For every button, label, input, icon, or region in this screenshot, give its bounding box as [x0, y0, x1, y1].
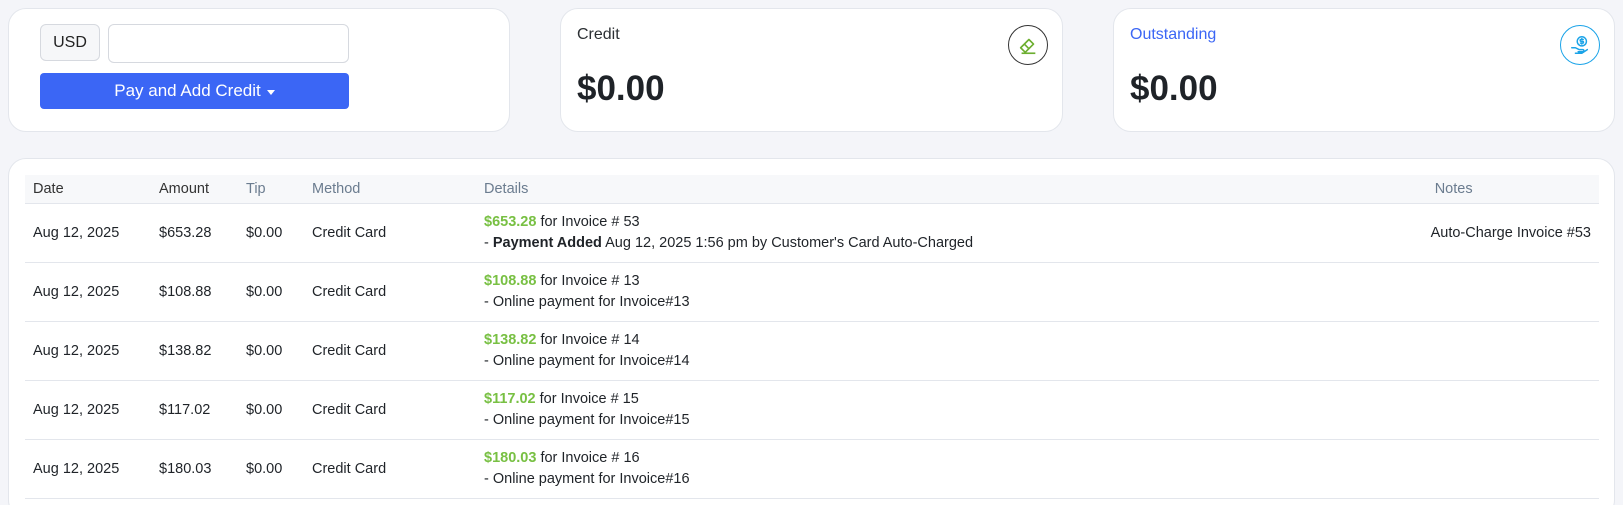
header-notes[interactable]: Notes: [1308, 175, 1599, 204]
cell-details: $180.03 for Invoice # 16 - Online paymen…: [476, 439, 1309, 499]
credit-label: Credit: [577, 26, 620, 43]
payment-card: USD Pay and Add Credit: [8, 8, 510, 132]
cell-date: Aug 12, 2025: [25, 262, 151, 322]
cell-amount: $108.88: [151, 262, 238, 322]
pay-button-label: Pay and Add Credit: [114, 81, 261, 100]
outstanding-value: $0.00: [1130, 69, 1218, 108]
cell-details: $653.28 for Invoice # 53 - Payment Added…: [476, 203, 1309, 263]
detail-rest: - Online payment for Invoice#16: [484, 470, 690, 487]
cell-tip: $0.00: [238, 380, 304, 440]
cell-details: $117.02 for Invoice # 15 - Online paymen…: [476, 380, 1309, 440]
header-method[interactable]: Method: [304, 175, 476, 204]
cell-method: Credit Card: [304, 203, 476, 263]
cell-tip: $0.00: [238, 439, 304, 499]
detail-amount: $180.03: [484, 449, 537, 466]
header-details[interactable]: Details: [476, 175, 1309, 204]
cell-notes: [1308, 439, 1599, 499]
credit-card: Credit $0.00: [560, 8, 1063, 132]
cell-tip: $0.00: [238, 321, 304, 381]
table-header-row: Date Amount Tip Method Details Notes: [25, 175, 1599, 204]
cell-amount: $138.82: [151, 321, 238, 381]
detail-amount: $653.28: [484, 213, 537, 230]
detail-bold: Payment Added: [492, 234, 602, 251]
header-tip[interactable]: Tip: [238, 175, 304, 204]
cell-method: Credit Card: [304, 439, 476, 499]
cell-details: $138.82 for Invoice # 14 - Online paymen…: [476, 321, 1309, 381]
cell-method: Credit Card: [304, 321, 476, 381]
payment-amount-input[interactable]: [108, 24, 349, 63]
eraser-icon: [1008, 25, 1048, 65]
header-amount[interactable]: Amount: [151, 175, 238, 204]
payments-table: Date Amount Tip Method Details Notes Aug…: [25, 175, 1599, 499]
detail-invoice: for Invoice # 16: [536, 449, 640, 466]
cell-tip: $0.00: [238, 262, 304, 322]
currency-select[interactable]: USD: [40, 24, 100, 61]
cell-details: $108.88 for Invoice # 13 - Online paymen…: [476, 262, 1309, 322]
table-row[interactable]: Aug 12, 2025 $180.03 $0.00 Credit Card $…: [25, 439, 1599, 499]
detail-rest: Aug 12, 2025 1:56 pm by Customer's Card …: [601, 234, 974, 251]
caret-down-icon: [266, 89, 275, 95]
credit-value: $0.00: [577, 69, 665, 108]
detail-prefix: -: [484, 234, 493, 251]
table-row[interactable]: Aug 12, 2025 $117.02 $0.00 Credit Card $…: [25, 380, 1599, 440]
detail-amount: $108.88: [484, 272, 537, 289]
detail-rest: - Online payment for Invoice#14: [484, 352, 690, 369]
cell-notes: [1308, 380, 1599, 440]
pay-and-add-credit-button[interactable]: Pay and Add Credit: [40, 73, 349, 109]
cell-method: Credit Card: [304, 380, 476, 440]
detail-amount: $117.02: [484, 390, 536, 407]
cell-method: Credit Card: [304, 262, 476, 322]
cell-date: Aug 12, 2025: [25, 380, 151, 440]
outstanding-card: Outstanding $0.00: [1113, 8, 1615, 132]
cell-amount: $653.28: [151, 203, 238, 263]
detail-rest: - Online payment for Invoice#15: [484, 411, 690, 428]
cell-notes: [1308, 262, 1599, 322]
payments-table-card: Date Amount Tip Method Details Notes Aug…: [8, 158, 1615, 505]
hand-dollar-icon: [1560, 25, 1600, 65]
cell-date: Aug 12, 2025: [25, 321, 151, 381]
cell-date: Aug 12, 2025: [25, 439, 151, 499]
detail-invoice: for Invoice # 15: [535, 390, 639, 407]
cell-amount: $180.03: [151, 439, 238, 499]
outstanding-label: Outstanding: [1130, 26, 1217, 43]
table-row[interactable]: Aug 12, 2025 $653.28 $0.00 Credit Card $…: [25, 203, 1599, 263]
cell-date: Aug 12, 2025: [25, 203, 151, 263]
detail-invoice: for Invoice # 14: [536, 331, 640, 348]
cell-amount: $117.02: [151, 380, 238, 440]
cell-tip: $0.00: [238, 203, 304, 263]
table-row[interactable]: Aug 12, 2025 $108.88 $0.00 Credit Card $…: [25, 262, 1599, 322]
detail-amount: $138.82: [484, 331, 537, 348]
cell-notes: Auto-Charge Invoice #53: [1308, 203, 1599, 263]
detail-invoice: for Invoice # 13: [536, 272, 640, 289]
detail-rest: - Online payment for Invoice#13: [484, 293, 690, 310]
cell-notes: [1308, 321, 1599, 381]
table-row[interactable]: Aug 12, 2025 $138.82 $0.00 Credit Card $…: [25, 321, 1599, 381]
header-date[interactable]: Date: [25, 175, 151, 204]
detail-invoice: for Invoice # 53: [536, 213, 640, 230]
